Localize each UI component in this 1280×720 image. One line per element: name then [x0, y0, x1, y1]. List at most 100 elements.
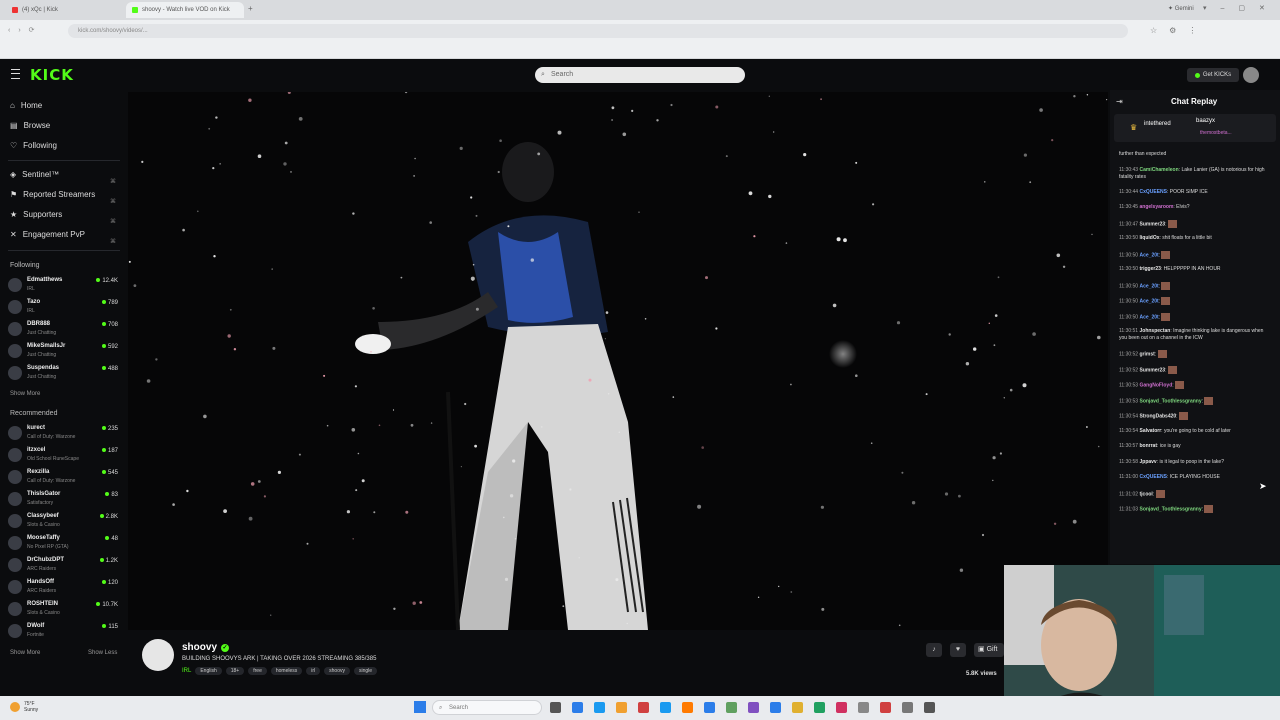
taskbar-app-icon[interactable] [902, 702, 913, 713]
browser-toolbar-icons[interactable]: ☆⚙⋮ [1150, 26, 1208, 35]
taskbar-app-icon[interactable] [550, 702, 561, 713]
chat-username[interactable]: Summer23 [1139, 221, 1165, 227]
taskbar-app-icon[interactable] [704, 702, 715, 713]
sidebar-channel[interactable]: itzxcel Old School RuneScape 187 [8, 446, 122, 466]
chat-username[interactable]: liquidOx [1139, 235, 1159, 241]
pinned-user[interactable]: baazyx [1196, 118, 1215, 124]
tag-chip[interactable]: shoovy [324, 667, 350, 675]
tag-chip[interactable]: irl [306, 667, 321, 675]
category-link[interactable]: IRL [182, 668, 191, 674]
chat-message[interactable]: 11:30:53 GangNoFloyd: [1119, 381, 1271, 389]
chat-message[interactable]: 11:30:50 Ace_20t: [1119, 297, 1271, 305]
sidebar-item-engagement-pvp[interactable]: ✕ Engagement PvP [10, 230, 85, 239]
new-tab-icon[interactable]: + [248, 4, 253, 13]
taskbar-app-icon[interactable] [924, 702, 935, 713]
sidebar-item-sentinel[interactable]: ◈ Sentinel™ [10, 170, 59, 179]
chat-username[interactable]: Ace_20t [1139, 283, 1158, 289]
chat-message[interactable]: 11:30:58 Jppavv: is it legal to poop in … [1119, 459, 1271, 466]
follow-heart-icon[interactable]: ♥ [950, 643, 966, 657]
chat-username[interactable]: Summer23 [1139, 367, 1165, 373]
chat-username[interactable]: tjcool [1139, 491, 1152, 497]
taskbar-app-icon[interactable] [572, 702, 583, 713]
chat-username[interactable]: GangNoFloyd [1139, 382, 1172, 388]
window-controls[interactable]: ▾–▢✕ [1203, 4, 1279, 12]
sidebar-channel[interactable]: Suspendas Just Chatting 488 [8, 364, 122, 384]
taskbar-app-icon[interactable] [748, 702, 759, 713]
chat-message[interactable]: 11:30:47 Summer23: [1119, 219, 1271, 228]
show-less-link[interactable]: Show Less [88, 650, 117, 656]
sidebar-item-supporters[interactable]: ★ Supporters [10, 210, 62, 219]
taskbar-app-icon[interactable] [660, 702, 671, 713]
sidebar-item-browse[interactable]: ▤ Browse [10, 121, 50, 130]
collapse-chat-icon[interactable]: ⇥ [1116, 97, 1123, 106]
search-input[interactable]: ⌕ Search [535, 67, 745, 83]
streamer-name-row[interactable]: shoovy ✓ [182, 642, 230, 653]
chat-message[interactable]: 11:30:45 angelsyaroom: Elvis? [1119, 204, 1271, 211]
video-player[interactable] [128, 92, 1108, 630]
sidebar-channel[interactable]: HandsOff ARC Raiders 120 [8, 578, 122, 598]
chat-username[interactable]: CamiChameleon [1139, 167, 1178, 173]
chat-username[interactable]: Ace_20t [1139, 314, 1158, 320]
chat-username[interactable]: grimst [1139, 351, 1154, 357]
get-kicks-button[interactable]: Get KICKs [1187, 68, 1239, 82]
chat-username[interactable]: StrongDabs420 [1139, 413, 1176, 419]
taskbar-app-icon[interactable] [836, 702, 847, 713]
sidebar-channel[interactable]: DrChubzDPT ARC Raiders 1.2K [8, 556, 122, 576]
hamburger-icon[interactable] [11, 69, 20, 79]
taskbar-app-icon[interactable] [682, 702, 693, 713]
url-field[interactable]: kick.com/shoovy/videos/... [68, 24, 1128, 38]
chat-message[interactable]: 11:31:02 tjcool: [1119, 489, 1271, 498]
sidebar-channel[interactable]: kurect Call of Duty: Warzone 235 [8, 424, 122, 444]
sidebar-channel[interactable]: MooseTaffy No Pixel RP (GTA) 48 [8, 534, 122, 554]
streamer-avatar[interactable] [142, 639, 174, 671]
sidebar-channel[interactable]: DBR888 Just Chatting 708 [8, 320, 122, 340]
chat-message[interactable]: 11:30:54 StrongDabs420: [1119, 412, 1271, 420]
tag-chip[interactable]: single [354, 667, 378, 675]
chat-message[interactable]: 11:30:57 bonrrat: ice is gay [1119, 443, 1271, 450]
nav-arrows-icon[interactable]: ‹›⟳ [8, 26, 43, 34]
chat-message[interactable]: 11:30:44 CxQUEENS: POOR SIMP ICE [1119, 189, 1271, 196]
sidebar-channel[interactable]: Tazo IRL 789 [8, 298, 122, 318]
chat-message[interactable]: 11:30:54 Salvatorr: you're going to be c… [1119, 428, 1271, 435]
taskbar-app-icon[interactable] [880, 702, 891, 713]
sidebar-channel[interactable]: DWolf Fortnite 115 [8, 622, 122, 642]
show-more-link[interactable]: Show More [10, 391, 40, 397]
profile-label[interactable]: ✦ Gemini [1168, 5, 1194, 12]
tag-chip[interactable]: English [195, 667, 222, 675]
taskbar-app-icon[interactable] [594, 702, 605, 713]
sidebar-channel[interactable]: ROSHTEIN Slots & Casino 10.7K [8, 600, 122, 620]
tag-chip[interactable]: homeless [270, 667, 303, 675]
sidebar-item-reported-streamers[interactable]: ⚑ Reported Streamers [10, 190, 95, 199]
chat-message[interactable]: 11:30:50 Ace_20t: [1119, 281, 1271, 290]
chat-username[interactable]: Salvatorr [1139, 428, 1161, 434]
chat-username[interactable]: Johnspectan [1139, 328, 1170, 334]
pinned-user[interactable]: intethered [1144, 121, 1171, 127]
chat-message[interactable]: 11:30:50 liquidOx: shit floats for a lit… [1119, 235, 1271, 242]
chat-message[interactable]: 11:30:50 trigger23: HELPPPPP IN AN HOUR [1119, 266, 1271, 273]
kick-logo[interactable]: KICK [30, 66, 74, 84]
taskbar-app-icon[interactable] [792, 702, 803, 713]
browser-tab-1[interactable]: (4) xQc | Kick [6, 2, 124, 18]
chat-message[interactable]: 11:31:00 CxQUEENS: ICE PLAYING HOUSE [1119, 474, 1271, 481]
weather-icon[interactable] [10, 702, 20, 712]
user-avatar[interactable] [1243, 67, 1259, 83]
sidebar-channel[interactable]: MikeSmallsJr Just Chatting 592 [8, 342, 122, 362]
taskbar-app-icon[interactable] [770, 702, 781, 713]
chat-username[interactable]: Ace_20t [1139, 298, 1158, 304]
chat-message[interactable]: 11:30:43 CamiChameleon: Lake Lanier (GA)… [1119, 167, 1271, 181]
chat-username[interactable]: Ace_20t [1139, 252, 1158, 258]
chat-message[interactable]: 11:31:03 Sonjavd_Toothlessgranny: [1119, 505, 1271, 513]
sidebar-channel[interactable]: Classybeef Slots & Casino 2.8K [8, 512, 122, 532]
gift-button[interactable]: ▣ Gift [974, 643, 1004, 657]
chat-message[interactable]: further than expected [1119, 151, 1271, 158]
chat-message[interactable]: 11:30:50 Ace_20t: [1119, 250, 1271, 259]
tag-chip[interactable]: 18+ [225, 667, 245, 675]
chat-message[interactable]: 11:30:50 Ace_20t: [1119, 312, 1271, 321]
chat-username[interactable]: Sonjavd_Toothlessgranny [1139, 398, 1201, 404]
chat-message[interactable]: 11:30:51 Johnspectan: Imagine thinking l… [1119, 328, 1271, 342]
taskbar-app-icon[interactable] [814, 702, 825, 713]
sidebar-channel[interactable]: Rexzilla Call of Duty: Warzone 545 [8, 468, 122, 488]
taskbar-app-icon[interactable] [726, 702, 737, 713]
taskbar-app-icon[interactable] [638, 702, 649, 713]
browser-tab-2[interactable]: shoovy - Watch live VOD on Kick [126, 2, 244, 18]
